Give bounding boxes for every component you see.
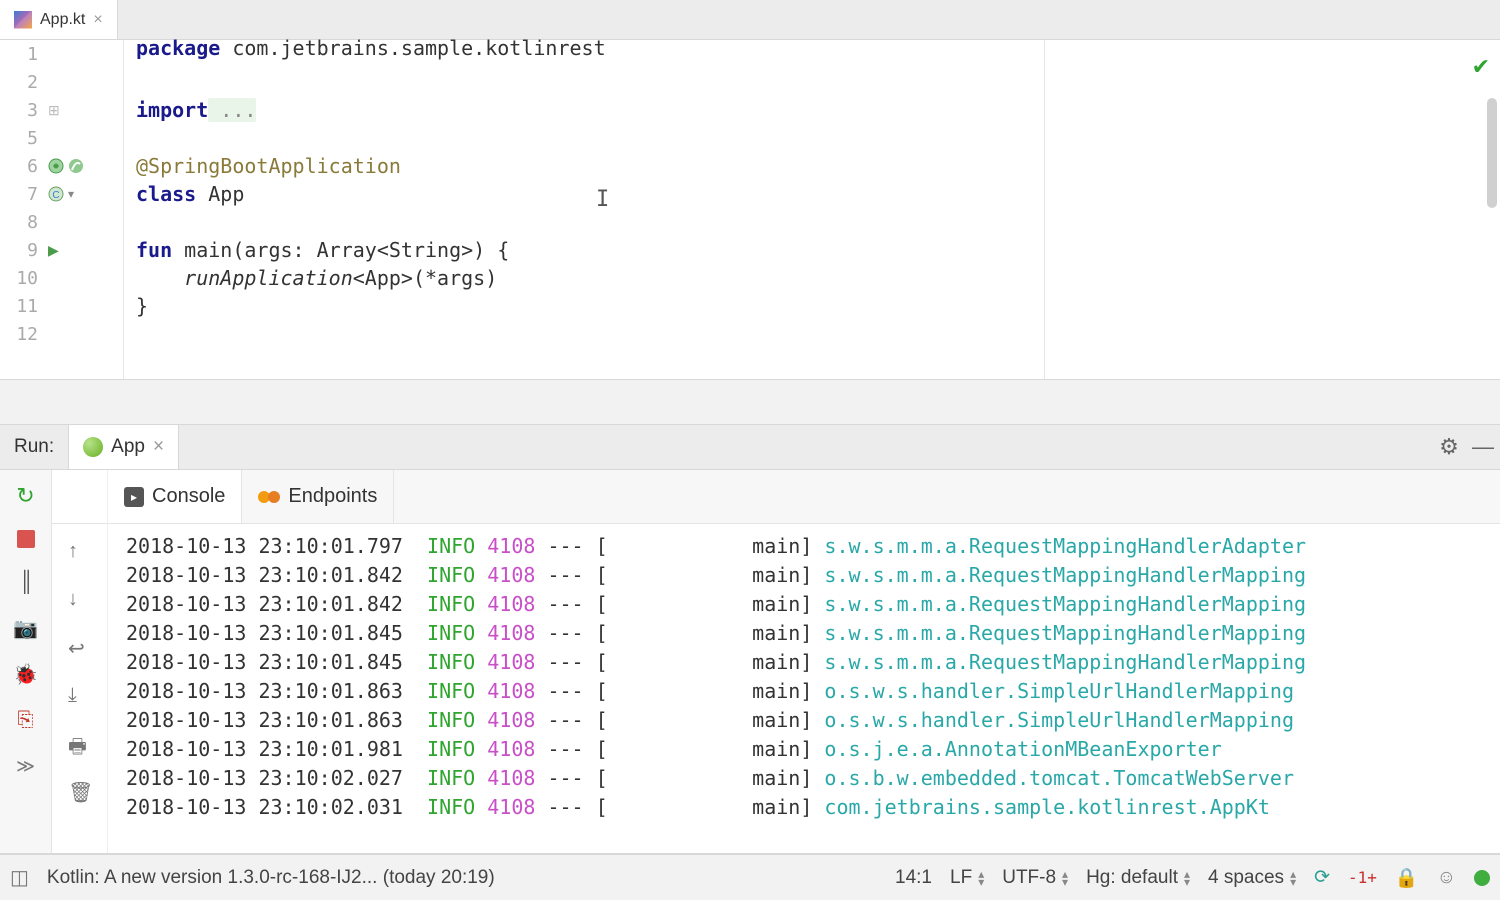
more-icon[interactable]: ≫ [14, 754, 38, 778]
debug-icon[interactable]: 🐞 [14, 662, 38, 686]
code-token: @SpringBootApplication [136, 154, 401, 178]
console-line: 2018-10-13 23:10:01.842 INFO 4108 --- [ … [126, 561, 1500, 590]
console-icon: ▸ [124, 487, 144, 507]
spring-boot-icon [83, 437, 103, 457]
console-toolbar: ↑ ↓ ↩ ⤓ 🖶 🗑 [52, 470, 108, 853]
status-notification[interactable]: Kotlin: A new version 1.3.0-rc-168-IJ2..… [47, 867, 495, 889]
console-line: 2018-10-13 23:10:01.845 INFO 4108 --- [ … [126, 648, 1500, 677]
line-number: 10 [0, 268, 42, 289]
line-number: 7 [0, 184, 42, 205]
code-token: fun [136, 238, 172, 262]
editor-tab-app-kt[interactable]: App.kt × [0, 0, 118, 39]
console-line: 2018-10-13 23:10:01.842 INFO 4108 --- [ … [126, 590, 1500, 619]
chevron-down-icon[interactable]: ▾ [68, 187, 74, 201]
folded-region[interactable]: ... [208, 98, 256, 122]
line-number: 8 [0, 212, 42, 233]
commit-changes-icon[interactable]: -1+ [1348, 868, 1377, 887]
console-line: 2018-10-13 23:10:01.863 INFO 4108 --- [ … [126, 706, 1500, 735]
right-margin-line [1044, 40, 1045, 379]
stop-icon[interactable] [17, 530, 35, 548]
console-line: 2018-10-13 23:10:02.027 INFO 4108 --- [ … [126, 764, 1500, 793]
code-token: App [196, 182, 244, 206]
background-tasks-indicator[interactable] [1474, 870, 1490, 886]
line-number: 9 [0, 240, 42, 261]
run-config-tab[interactable]: App × [68, 425, 179, 469]
exit-icon[interactable]: ⎘ [14, 708, 38, 732]
code-token: main(args: Array<String>) { [172, 238, 509, 262]
line-number: 3 [0, 100, 42, 121]
encoding-widget[interactable]: UTF-8▴▾ [1002, 867, 1068, 889]
indent-widget[interactable]: 4 spaces▴▾ [1208, 867, 1296, 889]
console-line: 2018-10-13 23:10:02.031 INFO 4108 --- [ … [126, 793, 1500, 822]
line-separator-widget[interactable]: LF▴▾ [950, 867, 984, 889]
panel-separator[interactable] [0, 380, 1500, 424]
readonly-lock-icon[interactable]: 🔒 [1395, 866, 1419, 890]
run-gutter-icon[interactable]: ▶ [48, 242, 59, 259]
class-icon[interactable]: C [48, 186, 64, 202]
editor-area[interactable]: 1 2 3 ⊞ 5 6 7 C ▾ 8 9 ▶ 10 11 12 [0, 40, 1500, 380]
line-number: 12 [0, 324, 42, 345]
code-token: com.jetbrains.sample.kotlinrest [220, 36, 605, 60]
close-icon[interactable]: × [153, 436, 164, 458]
tab-console[interactable]: ▸ Console [108, 470, 242, 523]
run-left-toolbar: ↻ ║ 📷 🐞 ⎘ ≫ [0, 470, 52, 853]
code-token: <App>(*args) [353, 266, 498, 290]
line-number: 1 [0, 44, 42, 65]
clear-icon[interactable]: 🗑 [68, 780, 93, 805]
up-arrow-icon[interactable]: ↑ [68, 540, 78, 563]
run-config-name: App [111, 436, 145, 458]
thread-dump-icon[interactable]: 📷 [14, 616, 38, 640]
update-project-icon[interactable]: ⟳ [1314, 866, 1330, 889]
code-token [136, 266, 184, 290]
editor-gutter[interactable]: 1 2 3 ⊞ 5 6 7 C ▾ 8 9 ▶ 10 11 12 [0, 40, 124, 379]
console-line: 2018-10-13 23:10:01.845 INFO 4108 --- [ … [126, 619, 1500, 648]
text-cursor-icon: I [596, 186, 608, 208]
editor-scrollbar[interactable] [1487, 98, 1497, 208]
toggle-toolwindows-icon[interactable]: ◫ [10, 865, 29, 890]
minimize-icon[interactable]: — [1466, 434, 1500, 460]
line-number: 5 [0, 128, 42, 149]
code-token: class [136, 182, 196, 206]
console-output[interactable]: 2018-10-13 23:10:01.797 INFO 4108 --- [ … [108, 524, 1500, 853]
run-subtabs: ▸ Console Endpoints [108, 470, 1500, 524]
ide-root: App.kt × 1 2 3 ⊞ 5 6 7 C ▾ 8 9 ▶ [0, 0, 1500, 900]
close-icon[interactable]: × [93, 11, 102, 29]
console-line: 2018-10-13 23:10:01.863 INFO 4108 --- [ … [126, 677, 1500, 706]
hector-icon[interactable]: ☺ [1437, 867, 1456, 889]
tab-label: Endpoints [288, 485, 377, 508]
code-token: import [136, 98, 208, 122]
status-bar: ◫ Kotlin: A new version 1.3.0-rc-168-IJ2… [0, 854, 1500, 900]
editor-code[interactable]: package com.jetbrains.sample.kotlinrest … [124, 40, 1500, 379]
gear-icon[interactable]: ⚙ [1432, 434, 1466, 460]
console-line: 2018-10-13 23:10:01.797 INFO 4108 --- [ … [126, 532, 1500, 561]
spring-bean-icon[interactable] [48, 158, 64, 174]
editor-tab-label: App.kt [40, 11, 85, 29]
tab-endpoints[interactable]: Endpoints [242, 470, 394, 523]
pause-icon[interactable]: ║ [14, 570, 38, 594]
line-number: 11 [0, 296, 42, 317]
rerun-icon[interactable]: ↻ [14, 484, 38, 508]
down-arrow-icon[interactable]: ↓ [68, 588, 78, 611]
print-icon[interactable]: 🖶 [68, 732, 87, 766]
tab-label: Console [152, 485, 225, 508]
svg-text:C: C [52, 190, 59, 201]
code-token: package [136, 36, 220, 60]
endpoints-icon [258, 486, 280, 508]
run-toolwindow-header: Run: App × ⚙ — [0, 424, 1500, 470]
caret-position[interactable]: 14:1 [895, 867, 932, 889]
line-number: 6 [0, 156, 42, 177]
vcs-branch-widget[interactable]: Hg: default▴▾ [1086, 867, 1190, 889]
scroll-to-end-icon[interactable]: ⤓ [68, 684, 77, 707]
spring-run-icon[interactable] [68, 158, 84, 174]
kotlin-file-icon [14, 11, 32, 29]
code-token: } [136, 294, 148, 318]
run-label: Run: [0, 436, 68, 458]
code-token: runApplication [184, 266, 353, 290]
soft-wrap-icon[interactable]: ↩ [68, 636, 85, 661]
console-line: 2018-10-13 23:10:01.981 INFO 4108 --- [ … [126, 735, 1500, 764]
line-number: 2 [0, 72, 42, 93]
fold-toggle-icon[interactable]: ⊞ [48, 102, 60, 119]
run-toolwindow-body: ↻ ║ 📷 🐞 ⎘ ≫ ↑ ↓ ↩ ⤓ 🖶 🗑 ▸ Console [0, 470, 1500, 854]
inspection-ok-icon[interactable]: ✔ [1472, 54, 1490, 80]
